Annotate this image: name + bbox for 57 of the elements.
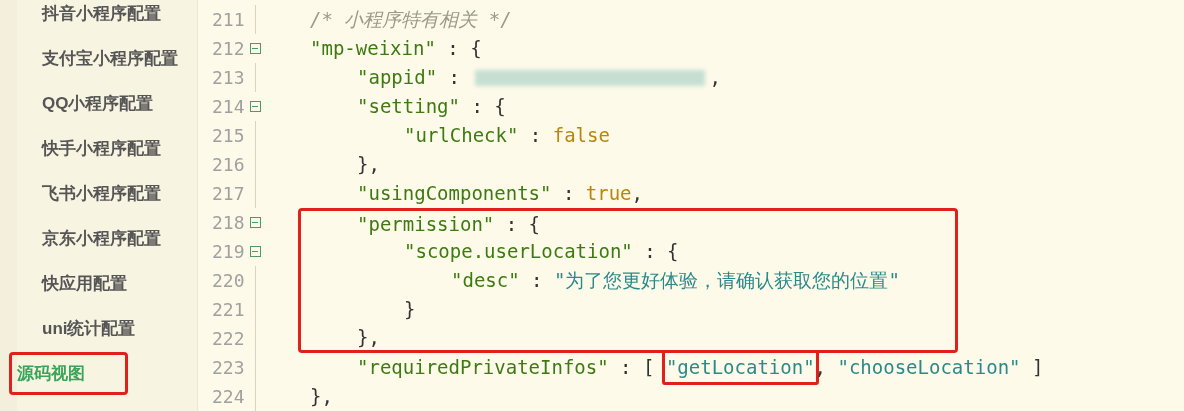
- sidebar-item[interactable]: 快手小程序配置: [17, 127, 161, 170]
- sidebar-item[interactable]: 抖音小程序配置: [17, 0, 161, 35]
- json-string: "chooseLocation": [837, 355, 1021, 380]
- code-comment: /* 小程序特有相关 */: [310, 7, 512, 32]
- code-punctuation: : {: [504, 211, 541, 237]
- json-string: "getLocation": [661, 350, 819, 385]
- code-punctuation: : {: [470, 94, 506, 119]
- line-number: 214: [212, 95, 242, 119]
- code-punctuation: }: [404, 297, 416, 322]
- json-key: "appid": [357, 63, 438, 92]
- json-key: "requiredPrivateInfos": [357, 353, 609, 382]
- code-punctuation: :: [528, 123, 543, 148]
- code-punctuation: ,: [631, 181, 643, 206]
- json-key: "desc": [451, 266, 520, 295]
- code-punctuation: : {: [643, 239, 679, 264]
- code-punctuation: : [: [619, 355, 656, 380]
- line-number: 216: [212, 153, 242, 177]
- sidebar-item[interactable]: 飞书小程序配置: [17, 172, 161, 215]
- sidebar-item[interactable]: 快应用配置: [17, 262, 127, 305]
- collapse-icon[interactable]: [249, 43, 261, 54]
- code-punctuation: :: [561, 181, 576, 206]
- code-punctuation: },: [357, 152, 380, 177]
- line-number: 218: [212, 211, 242, 235]
- collapse-icon[interactable]: [249, 217, 261, 228]
- line-number: 219: [212, 240, 242, 264]
- json-key: "usingComponents": [357, 179, 552, 208]
- code-punctuation: ,: [709, 65, 721, 90]
- collapse-icon[interactable]: [249, 101, 261, 112]
- line-number: 220: [212, 269, 242, 293]
- sidebar-item[interactable]: uni统计配置: [17, 307, 136, 350]
- line-number: 221: [212, 298, 242, 322]
- json-key: "scope.userLocation": [404, 237, 633, 266]
- code-punctuation: :: [447, 65, 461, 90]
- json-key: "urlCheck": [404, 121, 519, 150]
- line-number: 213: [212, 66, 242, 90]
- collapse-icon[interactable]: [249, 246, 261, 257]
- line-number: 211: [212, 8, 242, 32]
- code-punctuation: },: [357, 324, 380, 350]
- json-literal: true: [585, 181, 632, 206]
- json-key: "permission": [357, 209, 495, 239]
- json-key: "setting": [357, 92, 460, 121]
- sidebar-item[interactable]: QQ小程序配置: [17, 82, 154, 125]
- code-punctuation: :: [530, 268, 544, 293]
- sidebar-item[interactable]: 支付宝小程序配置: [17, 37, 178, 80]
- json-string: "为了您更好体验，请确认获取您的位置": [553, 268, 900, 293]
- sidebar-item[interactable]: 京东小程序配置: [17, 217, 161, 260]
- line-number: 223: [212, 356, 242, 380]
- json-literal: false: [552, 123, 610, 148]
- line-number: 222: [212, 327, 242, 351]
- code-punctuation: },: [310, 384, 333, 409]
- code-punctuation: ]: [1030, 355, 1044, 380]
- line-number: 215: [212, 124, 242, 148]
- json-key: "mp-weixin": [310, 34, 436, 63]
- line-number: 212: [212, 37, 242, 61]
- code-punctuation: : {: [446, 36, 482, 61]
- line-number: 224: [212, 385, 242, 409]
- line-number: 217: [212, 182, 242, 206]
